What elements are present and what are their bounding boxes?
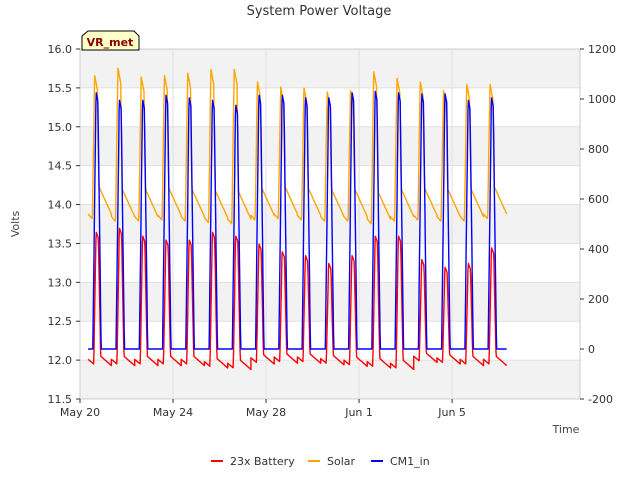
x-tick-label: Jun 5: [437, 406, 466, 419]
chart-title: System Power Voltage: [247, 4, 392, 19]
badge-label: VR_met: [87, 36, 134, 49]
grid-band: [80, 282, 580, 322]
legend-label: 23x Battery: [230, 455, 295, 468]
y-tick-label: 14.5: [48, 160, 73, 173]
y-tick-label: 12.5: [48, 315, 73, 328]
grid-band: [80, 360, 580, 399]
chart: System Power Voltage 11.5 12.0 12.5 13.0 13.…: [9, 4, 616, 468]
x-axis: May 20 May 24 May 28 Jun 1 Jun 5: [60, 399, 466, 419]
legend: 23x Battery Solar CM1_in: [211, 455, 430, 468]
y2-tick-label: 600: [588, 193, 609, 206]
y-tick-label: 13.0: [48, 276, 73, 289]
y2-tick-label: 1000: [588, 93, 616, 106]
y-tick-label: 14.0: [48, 199, 73, 212]
y2-tick-label: -200: [588, 393, 613, 406]
x-axis-label: Time: [552, 423, 580, 436]
y2-tick-label: 800: [588, 143, 609, 156]
x-tick-label: May 24: [153, 406, 193, 419]
y-axis-label: Volts: [9, 210, 22, 237]
y2-tick-label: 0: [588, 343, 595, 356]
x-tick-label: May 20: [60, 406, 100, 419]
x-tick-label: Jun 1: [344, 406, 373, 419]
legend-label: CM1_in: [390, 455, 430, 468]
y-tick-label: 16.0: [48, 43, 73, 56]
y-axis-left: 11.5 12.0 12.5 13.0 13.5 14.0 14.5 15.0 15.5 16.0: [48, 43, 80, 406]
y-tick-label: 15.5: [48, 82, 73, 95]
y2-tick-label: 200: [588, 293, 609, 306]
y-tick-label: 11.5: [48, 393, 73, 406]
y2-tick-label: 1200: [588, 43, 616, 56]
badge: VR_met: [81, 30, 140, 51]
y-tick-label: 13.5: [48, 237, 73, 250]
y-tick-label: 15.0: [48, 121, 73, 134]
x-tick-label: May 28: [246, 406, 286, 419]
y2-tick-label: 400: [588, 243, 609, 256]
y-tick-label: 12.0: [48, 354, 73, 367]
grid-band: [80, 49, 580, 88]
legend-label: Solar: [327, 455, 356, 468]
y-axis-right: -200 0 200 400 600 800 1000 1200: [580, 43, 616, 406]
